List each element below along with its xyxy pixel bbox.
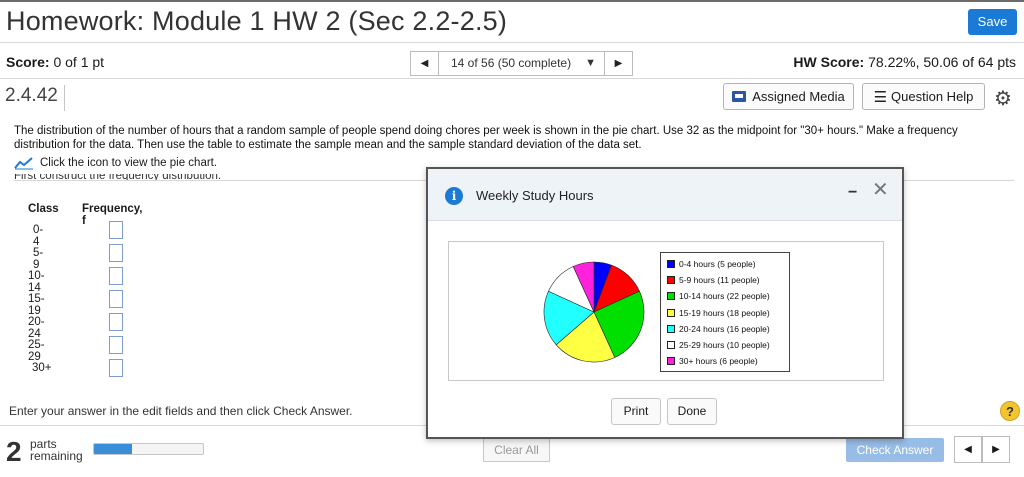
question-toolbar: 2.4.42 Assigned Media ☰ Question Help ⚙ [0, 80, 1024, 115]
bottom-navigator: ◀ ▶ [954, 436, 1010, 463]
dropdown-caret-icon: ▼ [585, 57, 596, 69]
frequency-input[interactable] [109, 267, 123, 285]
assigned-media-label: Assigned Media [752, 89, 845, 104]
legend-swatch [667, 260, 675, 269]
column-header-class: Class [28, 203, 59, 215]
legend-swatch [667, 276, 675, 285]
right-triangle-icon: ▶ [992, 444, 1000, 455]
minimize-icon[interactable]: − [848, 184, 857, 202]
hw-score-value: 78.22%, 50.06 of 64 pts [868, 54, 1016, 70]
pie-chart [543, 261, 645, 363]
legend-item: 10-14 hours (22 people) [667, 288, 789, 304]
dialog-title: Weekly Study Hours [476, 188, 594, 203]
legend-label: 5-9 hours (11 people) [679, 275, 760, 286]
parts-remaining-count: 2 [6, 436, 22, 467]
right-triangle-icon: ▶ [614, 58, 623, 69]
legend-swatch [667, 324, 675, 333]
media-icon [732, 91, 747, 102]
gear-icon[interactable]: ⚙ [994, 86, 1012, 111]
frequency-input[interactable] [109, 290, 123, 308]
chart-legend: 0-4 hours (5 people) 5-9 hours (11 people… [660, 252, 790, 372]
assigned-media-button[interactable]: Assigned Media [723, 83, 854, 110]
view-chart-link[interactable]: Click the icon to view the pie chart. [14, 156, 217, 170]
legend-item: 20-24 hours (16 people) [667, 321, 789, 337]
score-value: 0 of 1 pt [53, 54, 105, 70]
previous-question-button[interactable]: ◀ [954, 436, 982, 463]
legend-swatch [667, 308, 675, 317]
question-help-button[interactable]: ☰ Question Help [862, 83, 985, 110]
remaining-word: remaining [30, 449, 83, 463]
view-chart-text: Click the icon to view the pie chart. [40, 157, 218, 169]
score-bar: Score: 0 of 1 pt ◀ 14 of 56 (50 complete… [0, 43, 1024, 79]
title-bar: Homework: Module 1 HW 2 (Sec 2.2-2.5) Sa… [0, 0, 1024, 43]
next-question-button[interactable]: ▶ [604, 51, 633, 76]
frequency-input[interactable] [109, 336, 123, 354]
save-button[interactable]: Save [968, 9, 1017, 35]
score-label: Score: [6, 54, 50, 70]
class-label: 25-29 [28, 339, 45, 363]
class-label: 20-24 [28, 316, 45, 340]
class-label: 10-14 [28, 270, 45, 294]
legend-item: 0-4 hours (5 people) [667, 256, 789, 272]
parts-remaining-label: parts remaining [30, 438, 83, 462]
check-answer-button[interactable]: Check Answer [846, 438, 944, 462]
left-triangle-icon: ◀ [964, 444, 972, 455]
hw-score-label: HW Score: [793, 54, 865, 70]
instruction-text: Enter your answer in the edit fields and… [9, 404, 353, 418]
class-label: 30+ [32, 362, 52, 374]
question-navigator: ◀ 14 of 56 (50 complete) ▼ ▶ [410, 51, 633, 76]
legend-item: 25-29 hours (10 people) [667, 337, 789, 353]
parts-progress-bar [93, 443, 204, 455]
hw-score: HW Score: 78.22%, 50.06 of 64 pts [793, 54, 1016, 70]
legend-label: 25-29 hours (10 people) [679, 340, 770, 351]
dialog-header: i Weekly Study Hours − ✕ [428, 169, 902, 221]
frequency-input[interactable] [109, 359, 123, 377]
class-label: 15-19 [28, 293, 45, 317]
pie-chart-dialog: i Weekly Study Hours − ✕ 0-4 hours (5 pe… [426, 167, 904, 439]
line-chart-icon[interactable] [14, 156, 34, 170]
question-help-label: Question Help [891, 89, 974, 104]
class-label: 5-9 [33, 247, 44, 271]
legend-item: 30+ hours (6 people) [667, 353, 789, 369]
legend-item: 5-9 hours (11 people) [667, 272, 789, 288]
page-title: Homework: Module 1 HW 2 (Sec 2.2-2.5) [6, 6, 508, 36]
print-button[interactable]: Print [611, 398, 661, 425]
help-question-icon[interactable]: ? [1000, 401, 1020, 421]
done-button[interactable]: Done [667, 398, 717, 425]
legend-item: 15-19 hours (18 people) [667, 305, 789, 321]
frequency-input[interactable] [109, 221, 123, 239]
next-question-button[interactable]: ▶ [982, 436, 1010, 463]
legend-swatch [667, 357, 675, 366]
clear-all-button[interactable]: Clear All [483, 438, 550, 462]
problem-text: The distribution of the number of hours … [14, 125, 958, 151]
legend-swatch [667, 292, 675, 301]
legend-label: 30+ hours (6 people) [679, 356, 758, 367]
left-triangle-icon: ◀ [420, 58, 429, 69]
chart-frame: 0-4 hours (5 people) 5-9 hours (11 people… [448, 241, 884, 381]
legend-label: 10-14 hours (22 people) [679, 291, 770, 302]
close-icon[interactable]: ✕ [872, 177, 889, 202]
question-number: 2.4.42 [5, 85, 65, 111]
legend-label: 20-24 hours (16 people) [679, 323, 770, 334]
question-select-value: 14 of 56 (50 complete) [451, 56, 572, 70]
class-label: 0-4 [33, 224, 44, 248]
frequency-input[interactable] [109, 244, 123, 262]
question-select[interactable]: 14 of 56 (50 complete) ▼ [439, 51, 604, 76]
legend-label: 15-19 hours (18 people) [679, 307, 770, 318]
frequency-input[interactable] [109, 313, 123, 331]
previous-question-button[interactable]: ◀ [410, 51, 439, 76]
legend-swatch [667, 341, 675, 350]
progress-fill [94, 444, 133, 454]
list-icon: ☰ [873, 88, 888, 106]
score: Score: 0 of 1 pt [6, 54, 104, 70]
info-icon: i [445, 187, 463, 205]
legend-label: 0-4 hours (5 people) [679, 259, 756, 270]
